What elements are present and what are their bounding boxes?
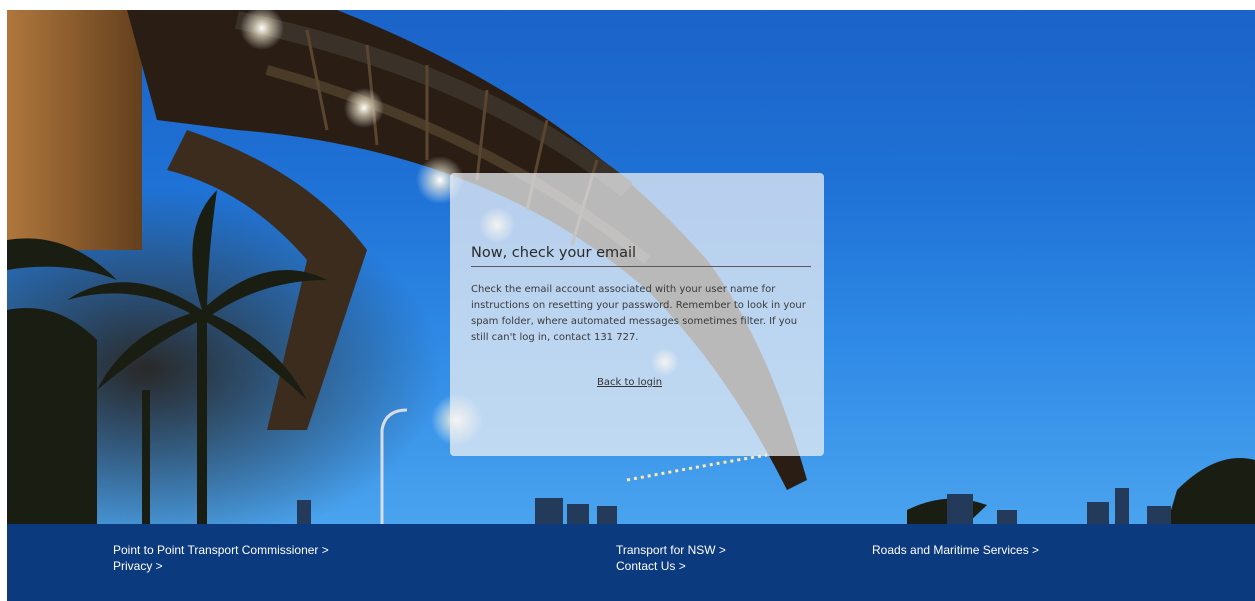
card-message: Check the email account associated with … <box>471 284 806 343</box>
deck-lights <box>626 453 768 482</box>
footer: Point to Point Transport Commissioner > … <box>7 524 1255 601</box>
reset-confirmation-card: Now, check your email Check the email ac… <box>450 173 824 456</box>
footer-link-point-to-point-commissioner[interactable]: Point to Point Transport Commissioner > <box>113 542 329 558</box>
hero-background-image: Now, check your email Check the email ac… <box>7 10 1255 524</box>
card-title: Now, check your email <box>471 245 811 267</box>
page-frame: Now, check your email Check the email ac… <box>7 10 1255 601</box>
street-lamp <box>380 408 408 524</box>
footer-link-roads-and-maritime[interactable]: Roads and Maritime Services > <box>872 542 1039 558</box>
footer-link-contact-us[interactable]: Contact Us > <box>616 558 686 574</box>
footer-link-privacy[interactable]: Privacy > <box>113 558 163 574</box>
city-skyline <box>297 488 1171 524</box>
footer-link-transport-for-nsw[interactable]: Transport for NSW > <box>616 542 726 558</box>
back-to-login-link[interactable]: Back to login <box>597 377 662 388</box>
